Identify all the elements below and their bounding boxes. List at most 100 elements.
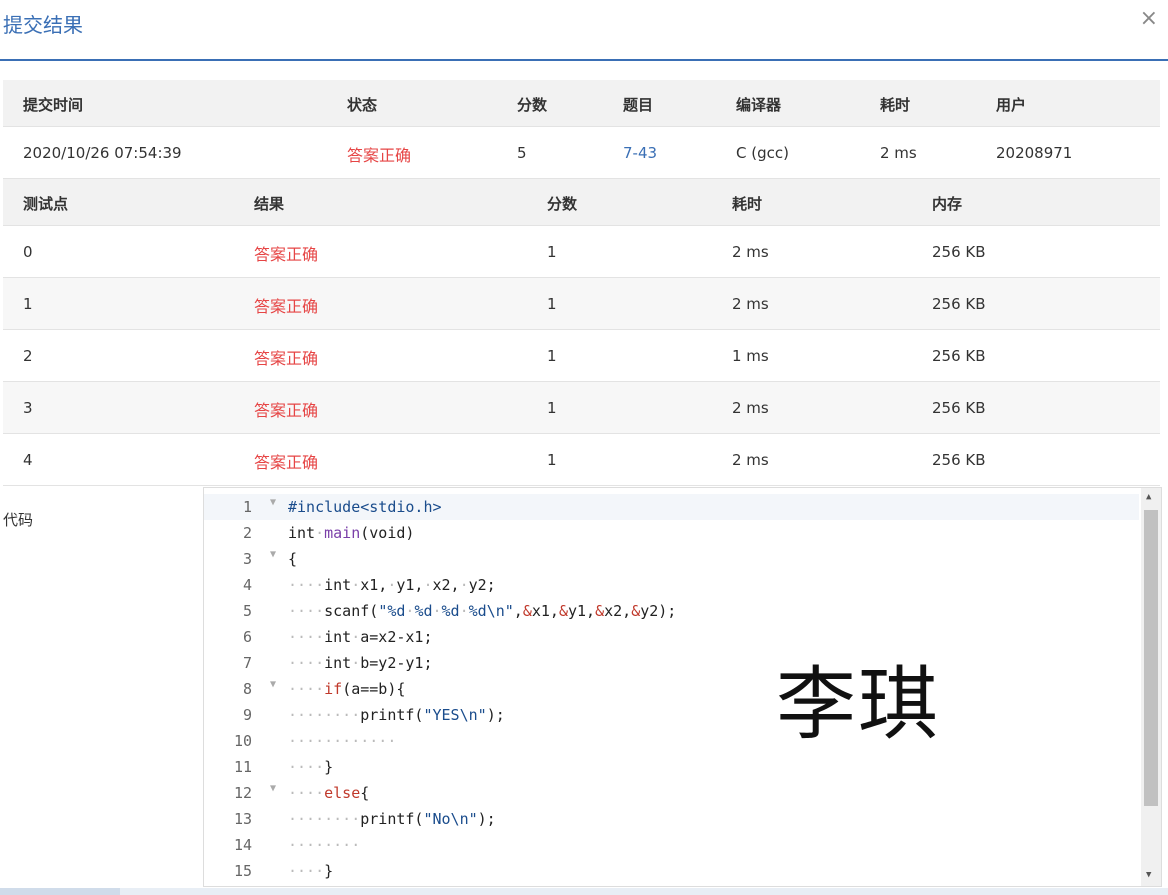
line-number: 1 <box>242 498 252 516</box>
line-number: 6 <box>242 628 252 646</box>
problem-link[interactable]: 7-43 <box>623 144 657 162</box>
bottom-tab <box>0 888 120 895</box>
code-text: ····if(a==b){ <box>288 680 406 698</box>
code-line[interactable]: 4 ····int·x1,·y1,·x2,·y2; <box>204 572 1139 598</box>
code-text: ········ <box>288 836 361 854</box>
test-time: 1 ms <box>732 347 769 365</box>
code-text: ····int·x1,·y1,·x2,·y2; <box>288 576 496 594</box>
test-time: 2 ms <box>732 295 769 313</box>
submit-user: 20208971 <box>996 144 1073 162</box>
line-number: 7 <box>242 654 252 672</box>
test-time: 2 ms <box>732 399 769 417</box>
bottom-bar <box>0 888 1168 895</box>
code-line[interactable]: 3 ▼ { <box>204 546 1139 572</box>
submission-row: 2020/10/26 07:54:39 答案正确 5 7-43 C (gcc) … <box>3 127 1160 179</box>
code-text: ····else{ <box>288 784 370 802</box>
code-line[interactable]: 15 ····} <box>204 858 1139 884</box>
table-row: 0 答案正确 1 2 ms 256 KB <box>3 226 1160 278</box>
code-line[interactable]: 6 ····int·a=x2-x1; <box>204 624 1139 650</box>
code-line[interactable]: 10 ············ <box>204 728 1139 754</box>
line-number: 5 <box>242 602 252 620</box>
test-result: 答案正确 <box>254 297 319 316</box>
submit-compiler: C (gcc) <box>736 144 789 162</box>
test-memory: 256 KB <box>932 347 986 365</box>
test-id: 2 <box>23 347 33 365</box>
code-line[interactable]: 12 ▼ ····else{ <box>204 780 1139 806</box>
code-text: int·main(void) <box>288 524 415 542</box>
line-number: 14 <box>233 836 252 854</box>
line-number: 4 <box>242 576 252 594</box>
test-time: 2 ms <box>732 243 769 261</box>
col-header: 用户 <box>996 96 1027 114</box>
table-row: 2 答案正确 1 1 ms 256 KB <box>3 330 1160 382</box>
col-header: 题目 <box>623 96 654 114</box>
submit-score: 5 <box>517 144 527 162</box>
line-number: 9 <box>242 706 252 724</box>
code-line[interactable]: 1 ▼ #include<stdio.h> <box>204 494 1139 520</box>
code-line[interactable]: 8 ▼ ····if(a==b){ <box>204 676 1139 702</box>
test-score: 1 <box>547 243 557 261</box>
col-header: 测试点 <box>23 195 69 213</box>
test-result: 答案正确 <box>254 401 319 420</box>
code-text: ····int·b=y2-y1; <box>288 654 433 672</box>
dialog-header: 提交结果 × <box>0 0 1168 61</box>
fold-icon[interactable]: ▼ <box>270 497 276 508</box>
code-text: #include<stdio.h> <box>288 498 442 516</box>
testcase-header-row: 测试点 结果 分数 耗时 内存 <box>3 179 1160 226</box>
line-number: 15 <box>233 862 252 880</box>
code-label: 代码 <box>3 511 34 529</box>
code-line[interactable]: 7 ····int·b=y2-y1; <box>204 650 1139 676</box>
code-line[interactable]: 14 ········ <box>204 832 1139 858</box>
line-number: 8 <box>242 680 252 698</box>
test-result: 答案正确 <box>254 349 319 368</box>
test-score: 1 <box>547 295 557 313</box>
code-text: ····} <box>288 758 334 776</box>
line-number: 13 <box>233 810 252 828</box>
test-score: 1 <box>547 451 557 469</box>
code-text: ········printf("No\n"); <box>288 810 496 828</box>
editor-scrollbar[interactable]: ▲ ▼ <box>1141 488 1161 886</box>
code-line[interactable]: 5 ····scanf("%d·%d·%d·%d\n",&x1,&y1,&x2,&… <box>204 598 1139 624</box>
test-memory: 256 KB <box>932 243 986 261</box>
fold-icon[interactable]: ▼ <box>270 679 276 690</box>
col-header: 内存 <box>932 195 963 213</box>
table-row: 4 答案正确 1 2 ms 256 KB <box>3 434 1160 486</box>
code-line[interactable]: 13 ········printf("No\n"); <box>204 806 1139 832</box>
submit-time: 2020/10/26 07:54:39 <box>23 144 182 162</box>
code-text: ····scanf("%d·%d·%d·%d\n",&x1,&y1,&x2,&y… <box>288 602 677 620</box>
scroll-down-icon[interactable]: ▼ <box>1146 870 1151 880</box>
code-line[interactable]: 9 ········printf("YES\n"); <box>204 702 1139 728</box>
scroll-up-icon[interactable]: ▲ <box>1146 492 1151 502</box>
test-id: 1 <box>23 295 33 313</box>
test-id: 0 <box>23 243 33 261</box>
submit-status: 答案正确 <box>347 146 412 165</box>
col-header: 提交时间 <box>23 96 84 114</box>
test-result: 答案正确 <box>254 245 319 264</box>
col-header: 分数 <box>547 195 578 213</box>
code-editor[interactable]: 1 ▼ #include<stdio.h> 2 int·main(void) 3 ▼ {4 ··… <box>203 487 1162 887</box>
test-id: 3 <box>23 399 33 417</box>
col-header: 耗时 <box>732 195 763 213</box>
test-time: 2 ms <box>732 451 769 469</box>
line-number: 12 <box>233 784 252 802</box>
table-row: 3 答案正确 1 2 ms 256 KB <box>3 382 1160 434</box>
fold-icon[interactable]: ▼ <box>270 783 276 794</box>
close-icon[interactable]: × <box>1140 6 1158 31</box>
test-memory: 256 KB <box>932 295 986 313</box>
line-number: 10 <box>233 732 252 750</box>
test-score: 1 <box>547 347 557 365</box>
submit-elapsed: 2 ms <box>880 144 917 162</box>
code-text: ········printf("YES\n"); <box>288 706 505 724</box>
line-number: 3 <box>242 550 252 568</box>
dialog-title: 提交结果 <box>3 13 83 37</box>
code-line[interactable]: 11 ····} <box>204 754 1139 780</box>
scroll-thumb[interactable] <box>1144 510 1158 806</box>
test-id: 4 <box>23 451 33 469</box>
code-text: ····} <box>288 862 334 880</box>
fold-icon[interactable]: ▼ <box>270 549 276 560</box>
code-line[interactable]: 2 int·main(void) <box>204 520 1139 546</box>
test-memory: 256 KB <box>932 399 986 417</box>
line-number: 2 <box>242 524 252 542</box>
submission-header-row: 提交时间 状态 分数 题目 编译器 耗时 用户 <box>3 80 1160 127</box>
col-header: 状态 <box>347 96 378 114</box>
